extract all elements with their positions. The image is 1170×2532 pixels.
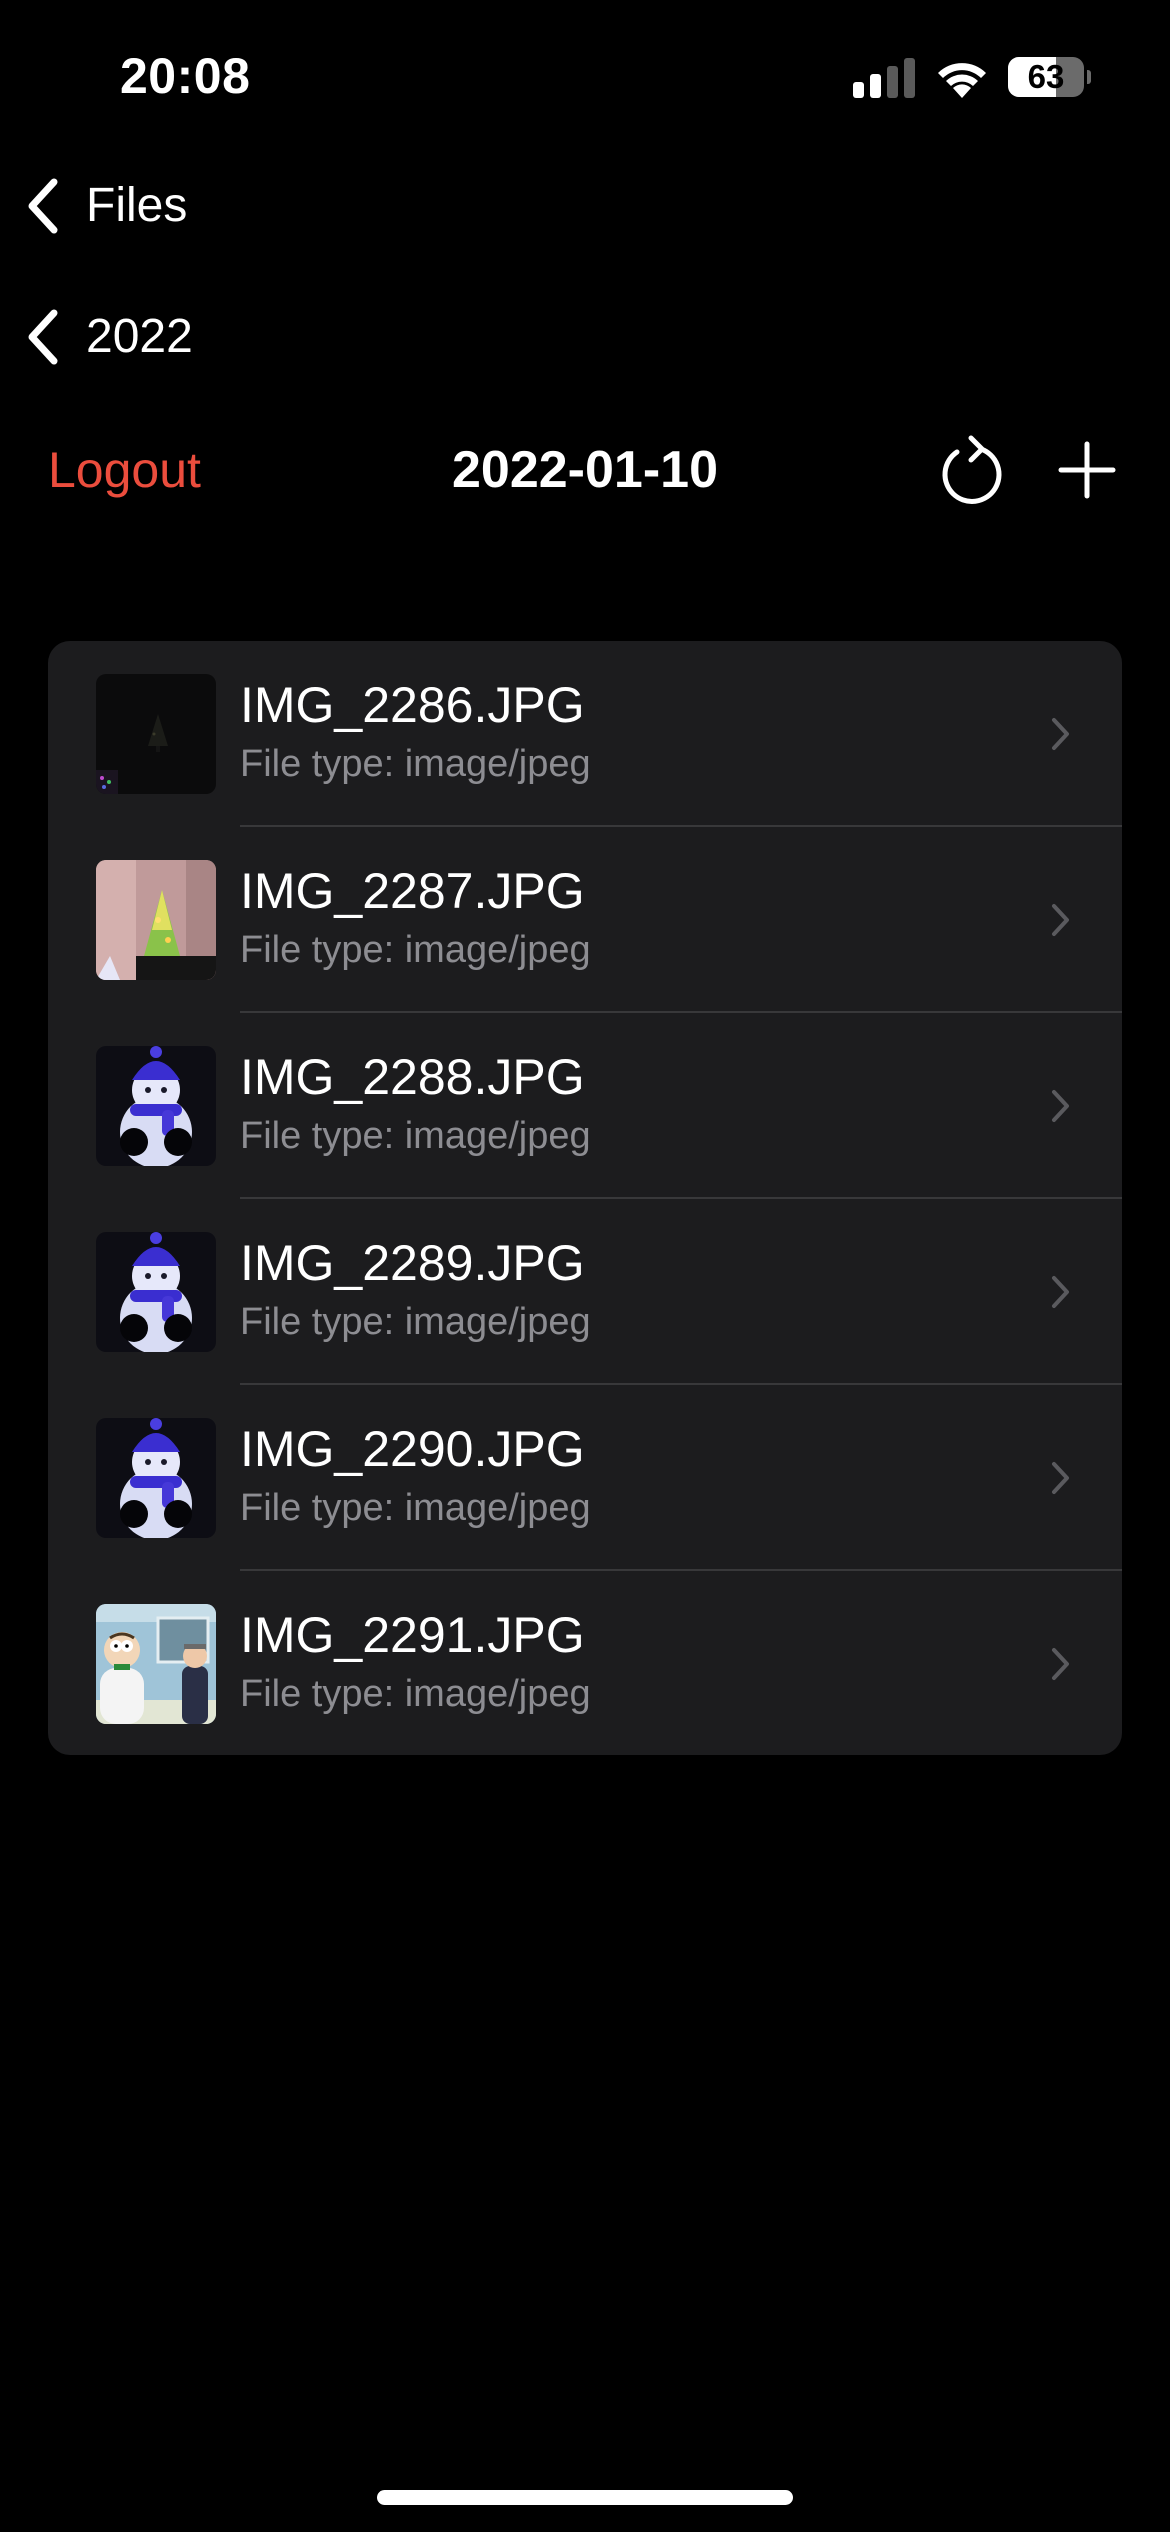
plus-icon[interactable] — [1054, 430, 1120, 510]
chevron-left-icon — [28, 309, 58, 365]
chevron-right-icon — [1052, 1090, 1069, 1122]
file-type: File type: image/jpeg — [240, 1301, 591, 1343]
chevron-right-icon — [1052, 718, 1069, 750]
battery-tip — [1087, 70, 1091, 84]
cartoon-thumbnail — [96, 1604, 216, 1724]
file-row[interactable]: IMG_2289.JPG File type: image/jpeg — [48, 1199, 1122, 1385]
file-row[interactable]: IMG_2288.JPG File type: image/jpeg — [48, 1013, 1122, 1199]
logout-button[interactable]: Logout — [48, 430, 201, 510]
dark-tree-thumbnail — [96, 674, 216, 794]
file-type: File type: image/jpeg — [240, 1487, 591, 1529]
home-indicator[interactable] — [377, 2490, 793, 2505]
chevron-right-icon — [1052, 1648, 1069, 1680]
wifi-icon — [938, 63, 986, 98]
status-time: 20:08 — [120, 48, 251, 104]
file-row[interactable]: IMG_2287.JPG File type: image/jpeg — [48, 827, 1122, 1013]
file-type: File type: image/jpeg — [240, 1115, 591, 1157]
nav-bar: Logout 2022-01-10 — [0, 430, 1170, 510]
file-row[interactable]: IMG_2286.JPG File type: image/jpeg — [48, 641, 1122, 827]
chevron-right-icon — [1052, 1276, 1069, 1308]
status-bar: 20:08 63 — [0, 0, 1170, 150]
back-button-files[interactable]: Files — [24, 166, 187, 246]
file-name: IMG_2289.JPG — [240, 1235, 585, 1291]
snowman-thumbnail — [96, 1418, 216, 1538]
signal-bars-icon — [853, 58, 915, 98]
file-type: File type: image/jpeg — [240, 1673, 591, 1715]
file-row[interactable]: IMG_2290.JPG File type: image/jpeg — [48, 1385, 1122, 1571]
back-label-files: Files — [86, 179, 188, 232]
snowman-thumbnail — [96, 1046, 216, 1166]
file-row[interactable]: IMG_2291.JPG File type: image/jpeg — [48, 1571, 1122, 1755]
battery-body: 63 — [1008, 57, 1084, 97]
file-name: IMG_2291.JPG — [240, 1607, 585, 1663]
chevron-right-icon — [1052, 904, 1069, 936]
file-type: File type: image/jpeg — [240, 929, 591, 971]
file-name: IMG_2287.JPG — [240, 863, 585, 919]
battery-level: 63 — [1027, 58, 1065, 95]
chevron-left-icon — [28, 178, 58, 234]
file-name: IMG_2288.JPG — [240, 1049, 585, 1105]
file-name: IMG_2286.JPG — [240, 677, 585, 733]
file-name: IMG_2290.JPG — [240, 1421, 585, 1477]
chevron-right-icon — [1052, 1462, 1069, 1494]
back-button-year[interactable]: 2022 — [24, 297, 193, 377]
lit-tree-thumbnail — [96, 860, 216, 980]
battery-icon: 63 — [1008, 57, 1091, 97]
snowman-thumbnail — [96, 1232, 216, 1352]
file-type: File type: image/jpeg — [240, 743, 591, 785]
back-label-year: 2022 — [86, 310, 193, 363]
refresh-icon[interactable] — [935, 430, 1005, 510]
file-list: IMG_2286.JPG File type: image/jpeg IMG_2… — [48, 641, 1122, 1755]
